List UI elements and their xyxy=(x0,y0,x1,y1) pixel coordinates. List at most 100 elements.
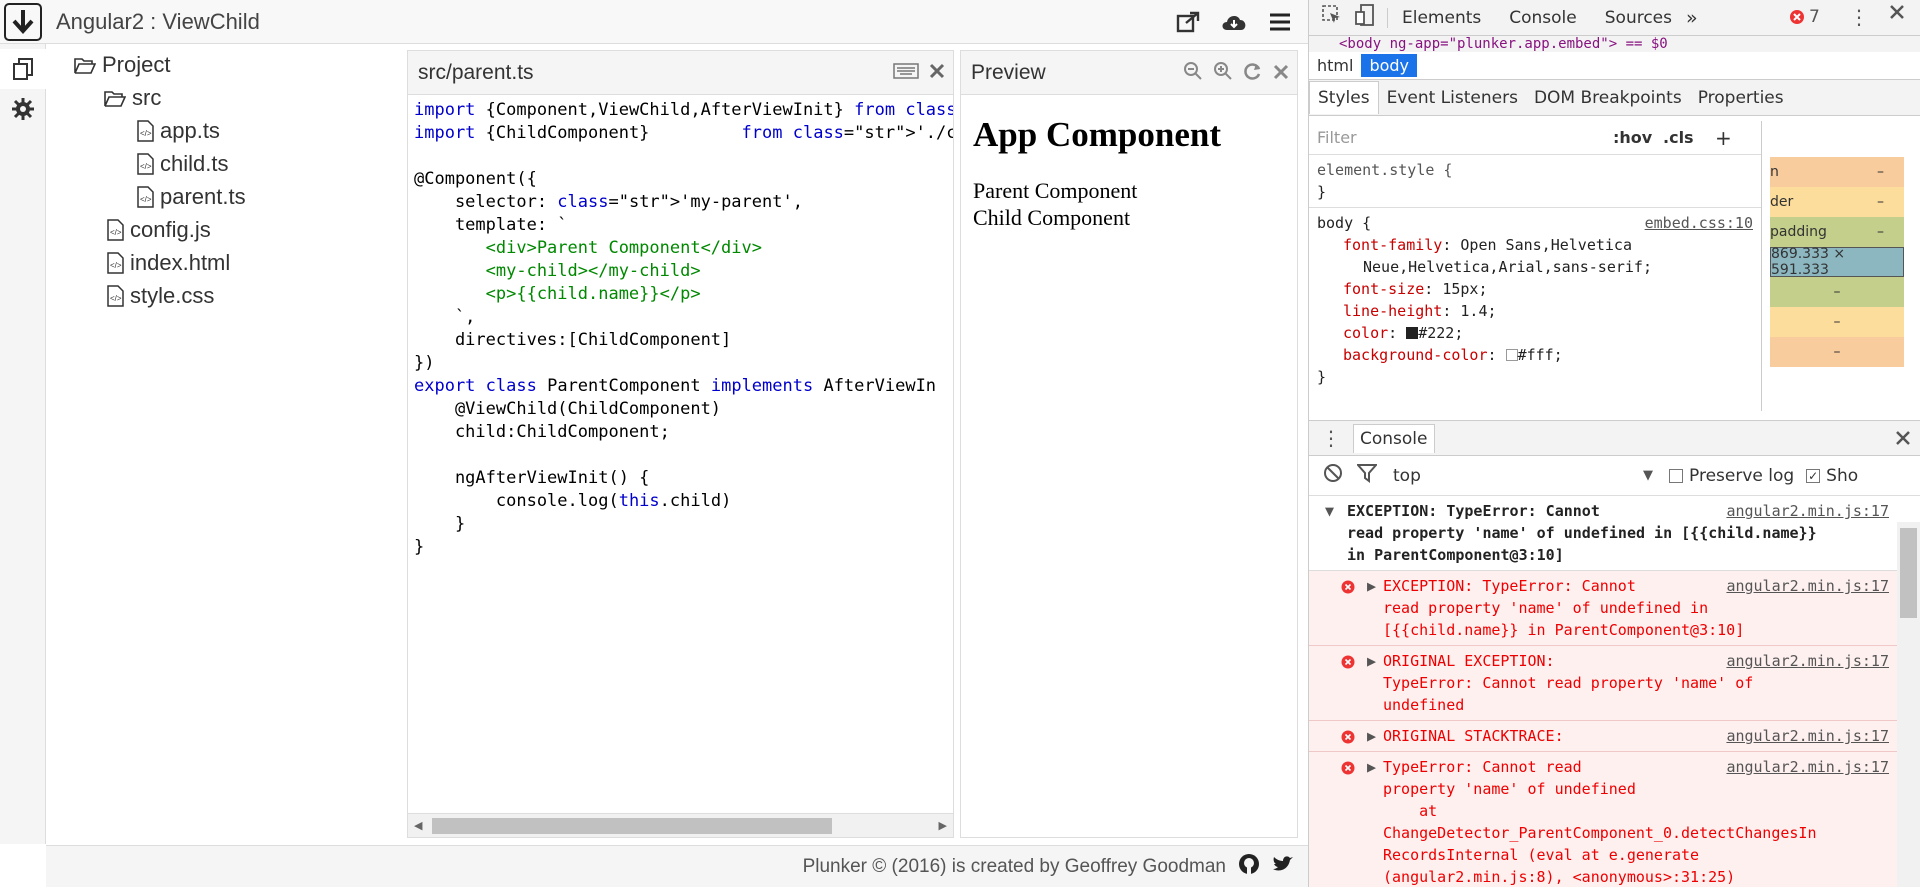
zoom-in-icon[interactable] xyxy=(1213,61,1233,87)
close-icon[interactable] xyxy=(1273,62,1289,86)
kebab-menu-icon[interactable]: ⋮ xyxy=(1849,5,1869,29)
inspect-icon[interactable] xyxy=(1321,4,1343,31)
source-link[interactable]: angular2.min.js:17 xyxy=(1726,575,1889,597)
twitter-icon[interactable] xyxy=(1272,855,1294,879)
gear-icon[interactable] xyxy=(0,89,46,129)
tree-file-child-ts[interactable]: </> child.ts xyxy=(136,149,228,179)
source-link[interactable]: angular2.min.js:17 xyxy=(1726,500,1889,522)
code-line: template: ` xyxy=(414,215,568,235)
tree-file-parent-ts[interactable]: </> parent.ts xyxy=(136,182,246,212)
tab-sources[interactable]: Sources xyxy=(1591,8,1686,28)
footer: Plunker © (2016) is created by Geoffrey … xyxy=(46,845,1308,887)
tree-file-style-css[interactable]: </> style.css xyxy=(106,281,214,311)
tree-label: Project xyxy=(102,52,171,77)
source-link[interactable]: angular2.min.js:17 xyxy=(1726,756,1889,778)
kebab-menu-icon[interactable]: ⋮ xyxy=(1321,426,1341,450)
expand-arrow-icon[interactable]: ▶ xyxy=(1367,756,1376,778)
close-icon[interactable] xyxy=(1889,4,1905,25)
source-link[interactable]: angular2.min.js:17 xyxy=(1726,650,1889,672)
scroll-thumb[interactable] xyxy=(432,818,832,834)
css-property[interactable]: font-family: Open Sans,Helvetica xyxy=(1317,234,1753,256)
refresh-icon[interactable] xyxy=(1243,61,1263,87)
css-property[interactable]: color: #222; xyxy=(1317,322,1753,344)
dropdown-arrow-icon[interactable]: ▼ xyxy=(1643,468,1653,483)
tree-folder-src[interactable]: src xyxy=(104,83,161,113)
css-property[interactable]: line-height: 1.4; xyxy=(1317,300,1753,322)
clear-console-icon[interactable] xyxy=(1323,463,1343,488)
drawer-tab-console[interactable]: Console xyxy=(1353,423,1435,453)
code-line: console.log(this.child) xyxy=(414,491,732,511)
rule-close: } xyxy=(1317,368,1327,386)
subtab-properties[interactable]: Properties xyxy=(1690,82,1792,114)
selected-dom-node[interactable]: <body ng-app="plunker.app.embed"> == $0 xyxy=(1309,36,1920,52)
body-style-rule: embed.css:10 body { font-family: Open Sa… xyxy=(1309,208,1761,392)
external-link-icon[interactable] xyxy=(1174,8,1202,36)
tree-file-index-html[interactable]: </> index.html xyxy=(106,248,230,278)
color-swatch[interactable] xyxy=(1505,349,1518,361)
tab-elements[interactable]: Elements xyxy=(1387,7,1495,28)
files-icon[interactable] xyxy=(0,49,46,89)
horizontal-scrollbar[interactable]: ◀ ▶ xyxy=(408,813,953,837)
editor-header: src/parent.ts xyxy=(408,51,953,95)
more-tabs-icon[interactable]: » xyxy=(1686,7,1698,29)
tree-folder-project[interactable]: Project xyxy=(74,50,170,80)
code-line: <my-child></my-child> xyxy=(414,261,701,281)
left-rail xyxy=(0,44,46,844)
cloud-download-icon[interactable] xyxy=(1220,8,1248,36)
subtab-event-listeners[interactable]: Event Listeners xyxy=(1379,82,1526,114)
console-entry[interactable]: ▶ angular2.min.js:17 ORIGINAL STACKTRACE: xyxy=(1309,721,1903,752)
console-drawer-bar: ⋮ Console xyxy=(1309,420,1920,456)
crumb-html[interactable]: html xyxy=(1309,54,1361,77)
expand-arrow-icon[interactable]: ▶ xyxy=(1367,725,1376,747)
context-select[interactable]: top xyxy=(1393,466,1643,486)
menu-icon[interactable] xyxy=(1266,8,1294,36)
rule-source-link[interactable]: embed.css:10 xyxy=(1645,212,1753,234)
tree-file-config-js[interactable]: </> config.js xyxy=(106,215,211,245)
source-link[interactable]: angular2.min.js:17 xyxy=(1726,725,1889,747)
color-swatch[interactable] xyxy=(1406,327,1419,339)
error-count: 7 xyxy=(1809,7,1820,27)
console-entry[interactable]: ▶ angular2.min.js:17 TypeError: Cannot rea… xyxy=(1309,752,1903,887)
expand-arrow-icon[interactable]: ▶ xyxy=(1367,650,1376,672)
hov-toggle[interactable]: :hov xyxy=(1613,128,1652,147)
console-entry[interactable]: ▶ angular2.min.js:17 EXCEPTION: TypeError:… xyxy=(1309,571,1903,646)
code-line: } xyxy=(414,537,425,557)
tab-console[interactable]: Console xyxy=(1495,8,1591,28)
footer-credit: Plunker © (2016) is created by Geoffrey … xyxy=(802,855,1226,877)
console-entry[interactable]: ▼ angular2.min.js:17 EXCEPTION: TypeError:… xyxy=(1309,496,1903,571)
rule-close: } xyxy=(1317,183,1327,201)
element-style-rule: element.style { } xyxy=(1309,155,1761,208)
add-rule-icon[interactable]: + xyxy=(1715,126,1732,150)
code-line: @Component({ xyxy=(414,169,537,189)
subtab-dom-breakpoints[interactable]: DOM Breakpoints xyxy=(1526,82,1690,114)
close-icon[interactable] xyxy=(1895,430,1911,451)
css-property[interactable]: background-color: #fff; xyxy=(1317,344,1753,366)
css-property[interactable]: font-size: 15px; xyxy=(1317,278,1753,300)
console-scrollbar[interactable] xyxy=(1897,522,1920,887)
expand-arrow-icon[interactable]: ▶ xyxy=(1367,575,1376,597)
code-area[interactable]: import {Component,ViewChild,AfterViewIni… xyxy=(414,99,953,807)
close-icon[interactable] xyxy=(929,61,945,85)
preserve-log-checkbox[interactable] xyxy=(1669,468,1683,483)
expand-arrow-icon[interactable]: ▼ xyxy=(1325,500,1334,522)
zoom-out-icon[interactable] xyxy=(1183,61,1203,87)
subtab-styles[interactable]: Styles xyxy=(1309,81,1379,114)
console-entry[interactable]: ▶ angular2.min.js:17 ORIGINAL EXCEPTION: T… xyxy=(1309,646,1903,721)
keyboard-icon[interactable] xyxy=(893,61,919,85)
filter-input[interactable]: Filter xyxy=(1317,128,1357,147)
filter-icon[interactable] xyxy=(1355,463,1379,488)
error-counter[interactable]: 7 xyxy=(1789,7,1820,27)
svg-text:</>: </> xyxy=(110,228,122,237)
preview-line: Parent Component xyxy=(973,178,1138,203)
crumb-body[interactable]: body xyxy=(1361,54,1418,77)
styles-subtabs: Styles Event Listeners DOM Breakpoints P… xyxy=(1309,80,1920,116)
rule-selector: element.style { xyxy=(1317,161,1453,179)
svg-text:</>: </> xyxy=(110,261,122,270)
cls-toggle[interactable]: .cls xyxy=(1663,128,1694,147)
device-toolbar-icon[interactable] xyxy=(1355,4,1377,31)
show-checkbox[interactable]: ✓ xyxy=(1806,468,1821,483)
tree-file-app-ts[interactable]: </> app.ts xyxy=(136,116,220,146)
github-icon[interactable] xyxy=(1238,853,1260,881)
download-logo-icon[interactable] xyxy=(4,2,42,41)
